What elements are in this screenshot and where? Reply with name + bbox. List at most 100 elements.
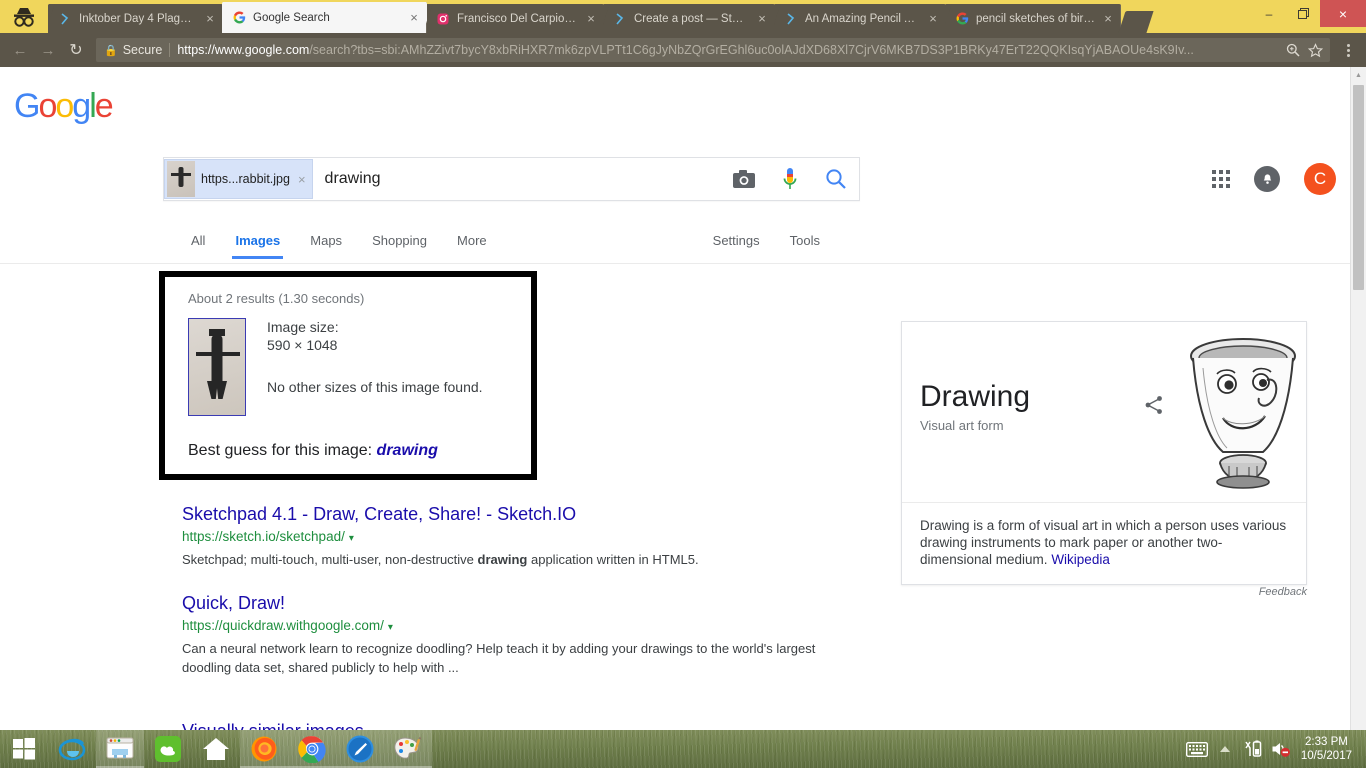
taskbar-clock[interactable]: 2:33 PM 10/5/2017 — [1295, 735, 1360, 763]
bell-icon[interactable] — [1254, 166, 1280, 192]
instagram-icon — [436, 12, 450, 26]
network-battery-icon[interactable] — [1239, 730, 1267, 768]
best-guess-link[interactable]: drawing — [377, 442, 438, 459]
result-url: https://quickdraw.withgoogle.com/ ▾ — [182, 617, 842, 637]
tab-title: An Amazing Pencil Art – — [805, 12, 920, 25]
omnibox-divider — [169, 43, 171, 57]
google-icon — [955, 12, 969, 26]
microphone-icon[interactable] — [767, 157, 813, 201]
maximize-button[interactable] — [1286, 0, 1320, 27]
result-stats: About 2 results (1.30 seconds) — [188, 291, 365, 306]
result-url-text: https://sketch.io/sketchpad/ — [182, 529, 345, 544]
tab-more[interactable]: More — [442, 222, 502, 258]
tab-title: Inktober Day 4 Plague D — [79, 12, 197, 25]
window-controls: – × — [1252, 0, 1366, 33]
teacup-pencil-sketch[interactable] — [1179, 322, 1306, 502]
tab-close-button[interactable]: × — [584, 12, 598, 26]
page-scrollbar[interactable]: ▲ — [1350, 67, 1366, 730]
chip-label: https...rabbit.jpg — [201, 172, 290, 186]
tab-close-button[interactable]: × — [407, 11, 421, 25]
pen-app-icon[interactable] — [336, 730, 384, 768]
internet-explorer-icon[interactable] — [48, 730, 96, 768]
result-snippet: Can a neural network learn to recognize … — [182, 641, 816, 675]
minimize-button[interactable]: – — [1252, 0, 1286, 27]
logo-letter: G — [14, 87, 40, 125]
avatar[interactable]: C — [1304, 163, 1336, 195]
scroll-up-arrow[interactable]: ▲ — [1351, 67, 1366, 83]
knowledge-panel: Drawing Visual art form Drawing is a for… — [901, 321, 1307, 585]
google-logo[interactable]: Google — [14, 87, 114, 126]
share-icon[interactable] — [1143, 394, 1165, 416]
reload-icon[interactable]: ↻ — [62, 36, 90, 64]
address-bar[interactable]: 🔒 Secure https://www.google.com/search?t… — [96, 38, 1330, 62]
google-icon — [232, 11, 246, 25]
image-search-chip[interactable]: https...rabbit.jpg × — [164, 159, 313, 199]
clock-date: 10/5/2017 — [1300, 750, 1352, 762]
home-app-icon[interactable] — [192, 730, 240, 768]
system-tray: 2:33 PM 10/5/2017 — [1183, 730, 1366, 768]
steemit-icon — [613, 12, 627, 26]
image-size-text: Image size: 590 × 1048 No other sizes of… — [246, 318, 483, 416]
chevron-down-icon[interactable]: ▾ — [388, 622, 393, 633]
browser-tab[interactable]: An Amazing Pencil Art – × — [774, 4, 946, 33]
apps-grid-icon[interactable] — [1212, 170, 1230, 188]
chevron-up-icon[interactable] — [1211, 730, 1239, 768]
tab-all[interactable]: All — [176, 222, 220, 258]
chevron-down-icon[interactable]: ▾ — [349, 533, 354, 544]
browser-tab[interactable]: pencil sketches of birds - × — [945, 4, 1121, 33]
result-title-link[interactable]: Quick, Draw! — [182, 591, 842, 615]
browser-window: Inktober Day 4 Plague D × Google Search … — [0, 0, 1366, 730]
keyboard-icon[interactable] — [1183, 730, 1211, 768]
scrollbar-thumb[interactable] — [1353, 85, 1364, 290]
security-indicator[interactable]: 🔒 Secure — [100, 43, 162, 57]
tab-close-button[interactable]: × — [926, 12, 940, 26]
volume-muted-icon[interactable] — [1267, 730, 1295, 768]
browser-tab[interactable]: Francisco Del Carpio (@ × — [426, 4, 604, 33]
account-area: C — [1212, 163, 1336, 195]
result-url-text: https://quickdraw.withgoogle.com/ — [182, 618, 384, 633]
plague-doctor-sketch-thumbnail[interactable] — [188, 318, 246, 416]
visually-similar-heading[interactable]: Visually similar images — [182, 721, 900, 730]
windows-start-icon[interactable] — [0, 730, 48, 768]
forward-arrow-icon[interactable]: → — [34, 36, 62, 64]
chip-remove-icon[interactable]: × — [298, 172, 306, 187]
browser-tab[interactable]: Create a post — Steemit × — [603, 4, 775, 33]
result-snippet: Sketchpad; multi-touch, multi-user, non-… — [182, 550, 842, 569]
tools-button[interactable]: Tools — [775, 222, 835, 258]
new-tab-button[interactable] — [1118, 11, 1154, 33]
search-icon[interactable] — [813, 157, 859, 201]
search-nav-tabs: All Images Maps Shopping More Settings T… — [0, 222, 1350, 264]
green-cloud-app-icon[interactable] — [144, 730, 192, 768]
tab-images[interactable]: Images — [220, 222, 295, 259]
snippet-bold: drawing — [477, 552, 528, 567]
browser-tab[interactable]: Inktober Day 4 Plague D × — [48, 4, 223, 33]
paint-palette-icon[interactable] — [384, 730, 432, 768]
best-guess-label: Best guess for this image: — [188, 442, 373, 459]
tab-close-button[interactable]: × — [755, 12, 769, 26]
browser-tab-active[interactable]: Google Search × — [222, 2, 427, 33]
star-icon[interactable] — [1304, 42, 1326, 58]
chrome-icon[interactable] — [288, 730, 336, 768]
firefox-icon[interactable] — [240, 730, 288, 768]
back-arrow-icon[interactable]: ← — [6, 36, 34, 64]
file-explorer-icon[interactable] — [96, 730, 144, 768]
tab-maps[interactable]: Maps — [295, 222, 357, 258]
lock-icon: 🔒 — [104, 44, 118, 57]
tab-close-button[interactable]: × — [203, 12, 217, 26]
search-result: Sketchpad 4.1 - Draw, Create, Share! - S… — [182, 502, 842, 569]
search-result: Quick, Draw! https://quickdraw.withgoogl… — [182, 591, 842, 677]
feedback-link[interactable]: Feedback — [901, 586, 1307, 598]
wikipedia-link[interactable]: Wikipedia — [1051, 552, 1110, 567]
chip-thumbnail-icon — [167, 161, 195, 197]
search-input[interactable] — [312, 170, 721, 188]
camera-icon[interactable] — [721, 157, 767, 201]
tab-shopping[interactable]: Shopping — [357, 222, 442, 258]
close-window-button[interactable]: × — [1320, 0, 1366, 27]
no-other-sizes-text: No other sizes of this image found. — [267, 379, 483, 395]
three-dot-menu-icon[interactable] — [1336, 43, 1360, 57]
image-size-label: Image size: — [267, 319, 339, 335]
settings-button[interactable]: Settings — [698, 222, 775, 258]
zoom-search-icon[interactable] — [1282, 43, 1304, 57]
result-title-link[interactable]: Sketchpad 4.1 - Draw, Create, Share! - S… — [182, 502, 842, 526]
tab-close-button[interactable]: × — [1101, 12, 1115, 26]
